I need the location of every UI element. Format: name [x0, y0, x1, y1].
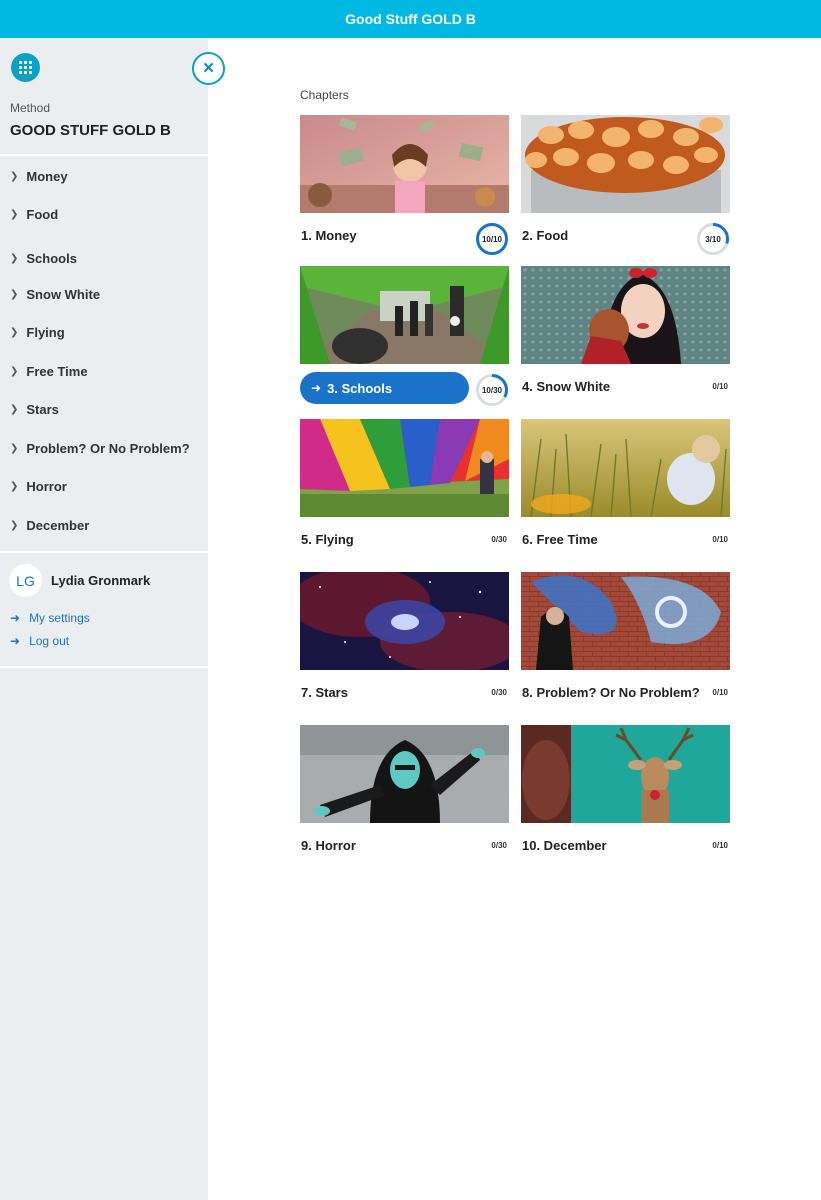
divider: [0, 154, 208, 156]
chapter-title[interactable]: 5. Flying: [301, 532, 354, 547]
sidebar-item-label: December: [26, 517, 90, 533]
chapter-card-december[interactable]: 10. December 0/10: [521, 725, 730, 870]
sidebar-item-stars[interactable]: ❯ Stars: [10, 400, 59, 418]
chapter-title[interactable]: 7. Stars: [301, 685, 348, 700]
chapter-thumbnail-problem[interactable]: [521, 572, 730, 670]
sidebar-item-problem[interactable]: ❯ Problem? Or No Problem?: [10, 439, 190, 457]
chevron-right-icon: ❯: [10, 208, 19, 220]
chapter-title[interactable]: 1. Money: [301, 228, 357, 243]
divider: [0, 551, 208, 553]
sidebar-item-money[interactable]: ❯ Money: [10, 167, 68, 185]
chapter-card-schools[interactable]: ➜ 3. Schools 10/30: [300, 266, 509, 411]
close-sidebar-button[interactable]: ×: [192, 52, 225, 85]
chapter-title[interactable]: 9. Horror: [301, 838, 356, 853]
chapter-title[interactable]: 8. Problem? Or No Problem?: [522, 685, 700, 700]
chapter-card-free-time[interactable]: 6. Free Time 0/10: [521, 419, 730, 564]
chapter-thumbnail-december[interactable]: [521, 725, 730, 823]
sidebar-item-december[interactable]: ❯ December: [10, 516, 89, 534]
active-chapter-pill[interactable]: ➜ 3. Schools: [300, 372, 469, 404]
chevron-right-icon: ❯: [10, 519, 19, 531]
chapter-thumbnail-horror[interactable]: [300, 725, 509, 823]
chapter-thumbnail-schools[interactable]: [300, 266, 509, 364]
chapter-score: 10/30: [481, 385, 503, 395]
sidebar-item-horror[interactable]: ❯ Horror: [10, 477, 67, 495]
chapter-score: 0/10: [712, 688, 728, 697]
chapter-score: 10/10: [481, 234, 503, 244]
chapter-card-problem[interactable]: 8. Problem? Or No Problem? 0/10: [521, 572, 730, 717]
chapter-card-stars[interactable]: 7. Stars 0/30: [300, 572, 509, 717]
close-icon: ×: [202, 58, 215, 79]
chevron-right-icon: ❯: [10, 480, 19, 492]
sidebar-item-food[interactable]: ❯ Food: [10, 205, 58, 223]
sidebar-item-label: Schools: [26, 250, 77, 266]
chapter-score: 0/10: [712, 841, 728, 850]
chapter-score: 0/30: [491, 841, 507, 850]
sidebar-item-label: Snow White: [26, 286, 101, 302]
apps-button[interactable]: [11, 53, 40, 82]
chevron-right-icon: ❯: [10, 442, 19, 454]
chevron-right-icon: ❯: [10, 170, 19, 182]
chapter-score: 0/10: [712, 382, 728, 391]
user-name: Lydia Gronmark: [51, 573, 151, 588]
chapter-thumbnail-stars[interactable]: [300, 572, 509, 670]
log-out-label: Log out: [29, 634, 70, 648]
sidebar-item-label: Free Time: [26, 363, 88, 379]
sidebar-item-label: Money: [26, 168, 68, 184]
chapter-title[interactable]: 2. Food: [522, 228, 568, 243]
method-label: Method: [10, 101, 51, 115]
chapter-thumbnail-free-time[interactable]: [521, 419, 730, 517]
chevron-right-icon: ❯: [10, 252, 19, 264]
sidebar-item-schools[interactable]: ❯ Schools: [10, 249, 77, 267]
chapter-score: 0/10: [712, 535, 728, 544]
chapter-thumbnail-money[interactable]: [300, 115, 509, 213]
apps-grid-icon: [19, 61, 32, 74]
sidebar-item-label: Food: [26, 206, 59, 222]
chapter-thumbnail-snow-white[interactable]: [521, 266, 730, 364]
sidebar-item-label: Problem? Or No Problem?: [26, 440, 190, 456]
my-settings-link[interactable]: ➜ My settings: [10, 611, 90, 625]
my-settings-label: My settings: [29, 611, 90, 625]
chevron-right-icon: ❯: [10, 403, 19, 415]
chevron-right-icon: ❯: [10, 365, 19, 377]
avatar: LG: [9, 564, 42, 597]
chapter-title: 3. Schools: [327, 380, 393, 396]
app-title: Good Stuff GOLD B: [345, 11, 476, 27]
divider: [0, 666, 208, 668]
sidebar-item-label: Horror: [26, 478, 67, 494]
chapter-title[interactable]: 10. December: [522, 838, 607, 853]
chapter-title[interactable]: 4. Snow White: [522, 379, 610, 394]
chapter-score: 0/30: [491, 535, 507, 544]
chapter-score: 3/10: [705, 234, 721, 244]
sidebar-item-flying[interactable]: ❯ Flying: [10, 323, 65, 341]
sidebar-item-free-time[interactable]: ❯ Free Time: [10, 362, 88, 380]
app-header: Good Stuff GOLD B: [0, 0, 821, 38]
chevron-right-icon: ❯: [10, 326, 19, 338]
chevron-right-icon: ❯: [10, 288, 19, 300]
sidebar-item-label: Stars: [26, 401, 59, 417]
chapter-card-money[interactable]: 1. Money 10/10: [300, 115, 509, 260]
chapter-card-horror[interactable]: 9. Horror 0/30: [300, 725, 509, 870]
arrow-right-icon: ➜: [10, 611, 21, 625]
chapter-thumbnail-flying[interactable]: [300, 419, 509, 517]
chapters-heading: Chapters: [300, 88, 349, 102]
chapter-card-snow-white[interactable]: 4. Snow White 0/10: [521, 266, 730, 411]
arrow-right-icon: ➜: [311, 381, 322, 395]
sidebar-item-snow-white[interactable]: ❯ Snow White: [10, 285, 100, 303]
arrow-right-icon: ➜: [10, 634, 21, 648]
chapter-card-flying[interactable]: 5. Flying 0/30: [300, 419, 509, 564]
chapter-title[interactable]: 6. Free Time: [522, 532, 598, 547]
method-name: GOOD STUFF GOLD B: [10, 122, 171, 139]
chapter-score: 0/30: [491, 688, 507, 697]
chapter-card-food[interactable]: 2. Food 3/10: [521, 115, 730, 260]
chapter-thumbnail-food[interactable]: [521, 115, 730, 213]
sidebar-item-label: Flying: [26, 324, 65, 340]
sidebar: × Method GOOD STUFF GOLD B ❯ Money ❯ Foo…: [0, 38, 225, 1200]
log-out-link[interactable]: ➜ Log out: [10, 634, 69, 648]
